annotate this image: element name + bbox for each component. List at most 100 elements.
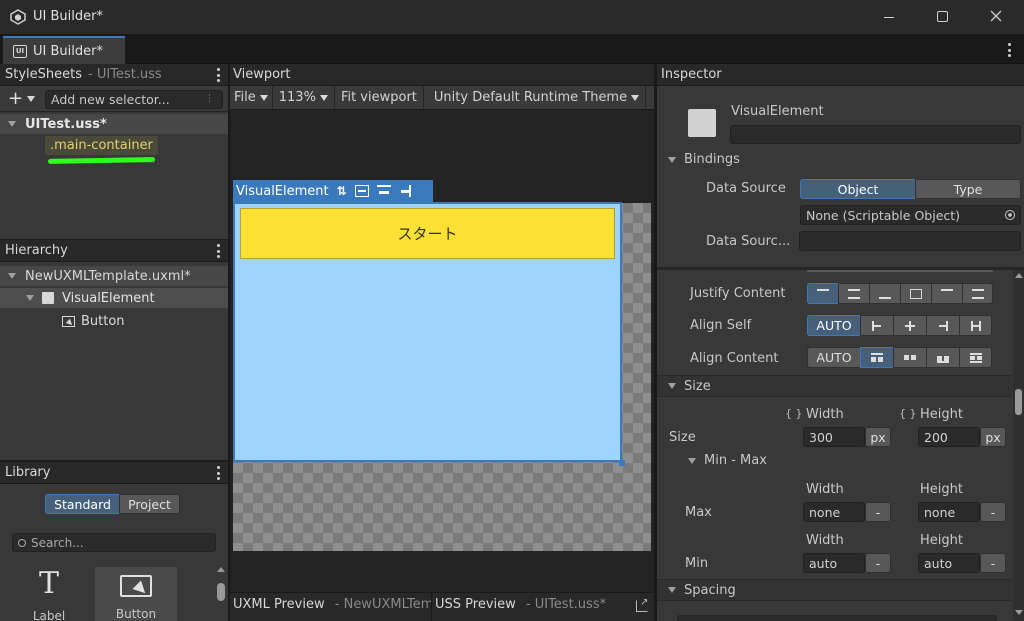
title-bar: UI Builder*	[0, 0, 1024, 34]
align-self-end-icon[interactable]	[926, 315, 959, 336]
max-width-input[interactable]: none	[803, 502, 865, 522]
width-input[interactable]: 300	[803, 427, 865, 447]
hierarchy-item-button[interactable]: Button	[0, 311, 228, 331]
hierarchy-menu-icon[interactable]	[217, 244, 220, 258]
justify-start-icon[interactable]	[376, 185, 391, 197]
label-icon: T	[38, 566, 59, 601]
viewport-toolbar: File 113% Fit viewport Unity Default Run…	[230, 85, 654, 110]
cut-off-row	[807, 270, 993, 272]
hierarchy-item-visualelement[interactable]: VisualElement	[0, 288, 228, 308]
zoom-menu[interactable]: 113%	[273, 85, 335, 110]
variable-height-icon[interactable]: { }	[899, 407, 917, 420]
hierarchy-panel: Hierarchy NewUXMLTemplate.uxml* VisualEl…	[0, 240, 228, 460]
data-source-object-field[interactable]: None (Scriptable Object)	[800, 205, 1021, 225]
min-width-input[interactable]: auto	[803, 553, 865, 573]
library-item-label[interactable]: T Label	[8, 567, 90, 621]
min-height-unit-button[interactable]: -	[980, 553, 1006, 573]
resize-handle[interactable]	[619, 460, 625, 466]
add-selector-input[interactable]: Add new selector... ⋮	[45, 90, 223, 109]
start-button[interactable]: スタート	[240, 208, 615, 259]
data-source-path-label: Data Sourc...	[706, 234, 791, 249]
align-self-buttons: AUTO	[807, 315, 992, 336]
size-section-header[interactable]: Size	[657, 375, 1012, 397]
stylesheet-file-row[interactable]: UITest.uss*	[0, 114, 228, 134]
stylesheets-title: StyleSheets	[5, 67, 83, 82]
inspector-title: Inspector	[661, 67, 722, 82]
align-stretch-icon[interactable]	[354, 185, 369, 197]
maximize-icon[interactable]	[937, 11, 948, 22]
align-content-auto[interactable]: AUTO	[807, 347, 860, 368]
tab-ui-builder[interactable]: UI UI Builder*	[3, 36, 125, 64]
data-source-type[interactable]: Type	[915, 179, 1021, 199]
main-container[interactable]: スタート	[233, 202, 622, 462]
library-search-input[interactable]: Search...	[12, 533, 216, 552]
variable-width-icon[interactable]: { }	[785, 407, 803, 420]
align-content-stretch-icon[interactable]	[959, 347, 992, 368]
flex-direction-icon[interactable]: ⇅	[337, 184, 347, 198]
object-picker-icon[interactable]	[1005, 210, 1015, 220]
justify-content-label: Justify Content	[690, 286, 786, 301]
height-unit-button[interactable]: px	[980, 427, 1006, 447]
justify-space-around-icon[interactable]	[931, 283, 962, 304]
justify-flex-start-icon[interactable]	[807, 283, 838, 304]
chevron-down-icon	[631, 94, 640, 101]
stylesheets-menu-icon[interactable]	[217, 68, 220, 82]
viewport-header: Viewport	[230, 64, 654, 86]
stylesheets-panel: StyleSheets - UITest.uss + Add new selec…	[0, 64, 228, 239]
library-scrollbar[interactable]	[216, 567, 226, 621]
align-content-end-icon[interactable]	[926, 347, 959, 368]
justify-space-evenly-icon[interactable]	[962, 283, 993, 304]
size-row-label: Size	[669, 430, 696, 445]
window-menu-icon[interactable]	[1008, 43, 1011, 57]
hierarchy-root-label: NewUXMLTemplate.uxml*	[25, 268, 191, 284]
align-self-center-icon[interactable]	[893, 315, 926, 336]
min-width-unit-button[interactable]: -	[865, 553, 891, 573]
selector-item[interactable]: .main-container	[45, 136, 158, 155]
add-stylesheet-button[interactable]: +	[8, 90, 40, 108]
library-tab-standard[interactable]: Standard	[45, 494, 119, 514]
viewport-title: Viewport	[233, 67, 291, 82]
max-height-input[interactable]: none	[918, 502, 980, 522]
align-self-stretch-icon[interactable]	[959, 315, 992, 336]
max-height-unit-button[interactable]: -	[980, 502, 1006, 522]
align-end-icon[interactable]	[398, 185, 411, 197]
fit-viewport-button[interactable]: Fit viewport	[335, 85, 424, 110]
uss-preview-tab[interactable]: USS Preview - UITest.uss*	[435, 597, 606, 612]
library-tabs: Standard Project	[45, 494, 180, 514]
height-input[interactable]: 200	[918, 427, 980, 447]
align-content-center-icon[interactable]	[893, 347, 926, 368]
element-type-label: VisualElement	[731, 104, 824, 119]
theme-dropdown[interactable]: Unity Default Runtime Theme	[424, 85, 647, 110]
close-icon[interactable]	[988, 8, 1004, 24]
min-height-input[interactable]: auto	[918, 553, 980, 573]
width-unit-button[interactable]: px	[865, 427, 891, 447]
data-source-label: Data Source	[706, 181, 786, 196]
data-source-path-input[interactable]	[799, 231, 1021, 251]
file-menu[interactable]: File	[230, 85, 273, 110]
minmax-foldout[interactable]: Min - Max	[688, 453, 767, 468]
justify-flex-end-icon[interactable]	[869, 283, 900, 304]
justify-space-between-icon[interactable]	[900, 283, 931, 304]
spacing-section-header[interactable]: Spacing	[657, 579, 1012, 601]
chevron-down-icon	[319, 94, 328, 101]
element-label-bar[interactable]: VisualElement ⇅	[233, 180, 433, 202]
external-link-icon[interactable]: ↗	[636, 597, 648, 612]
hierarchy-root-row[interactable]: NewUXMLTemplate.uxml*	[0, 266, 228, 286]
inspector-scrollbar[interactable]	[1013, 270, 1024, 621]
uxml-preview-tab[interactable]: UXML Preview - NewUXMLTem	[233, 597, 431, 612]
data-source-object[interactable]: Object	[800, 179, 915, 199]
align-self-auto[interactable]: AUTO	[807, 315, 860, 336]
justify-center-icon[interactable]	[838, 283, 869, 304]
minimize-icon[interactable]	[884, 17, 894, 18]
align-self-start-icon[interactable]	[860, 315, 893, 336]
bindings-foldout[interactable]: Bindings	[668, 152, 740, 167]
align-content-start-icon[interactable]	[860, 347, 893, 368]
library-tab-project[interactable]: Project	[119, 494, 180, 514]
tab-label: UI Builder*	[33, 43, 103, 59]
library-menu-icon[interactable]	[217, 466, 220, 480]
max-width-unit-button[interactable]: -	[865, 502, 891, 522]
library-item-button[interactable]: Button	[95, 567, 177, 621]
element-name-input[interactable]	[730, 125, 1021, 144]
min-row-label: Min	[685, 556, 709, 571]
element-preview-icon	[688, 109, 716, 137]
